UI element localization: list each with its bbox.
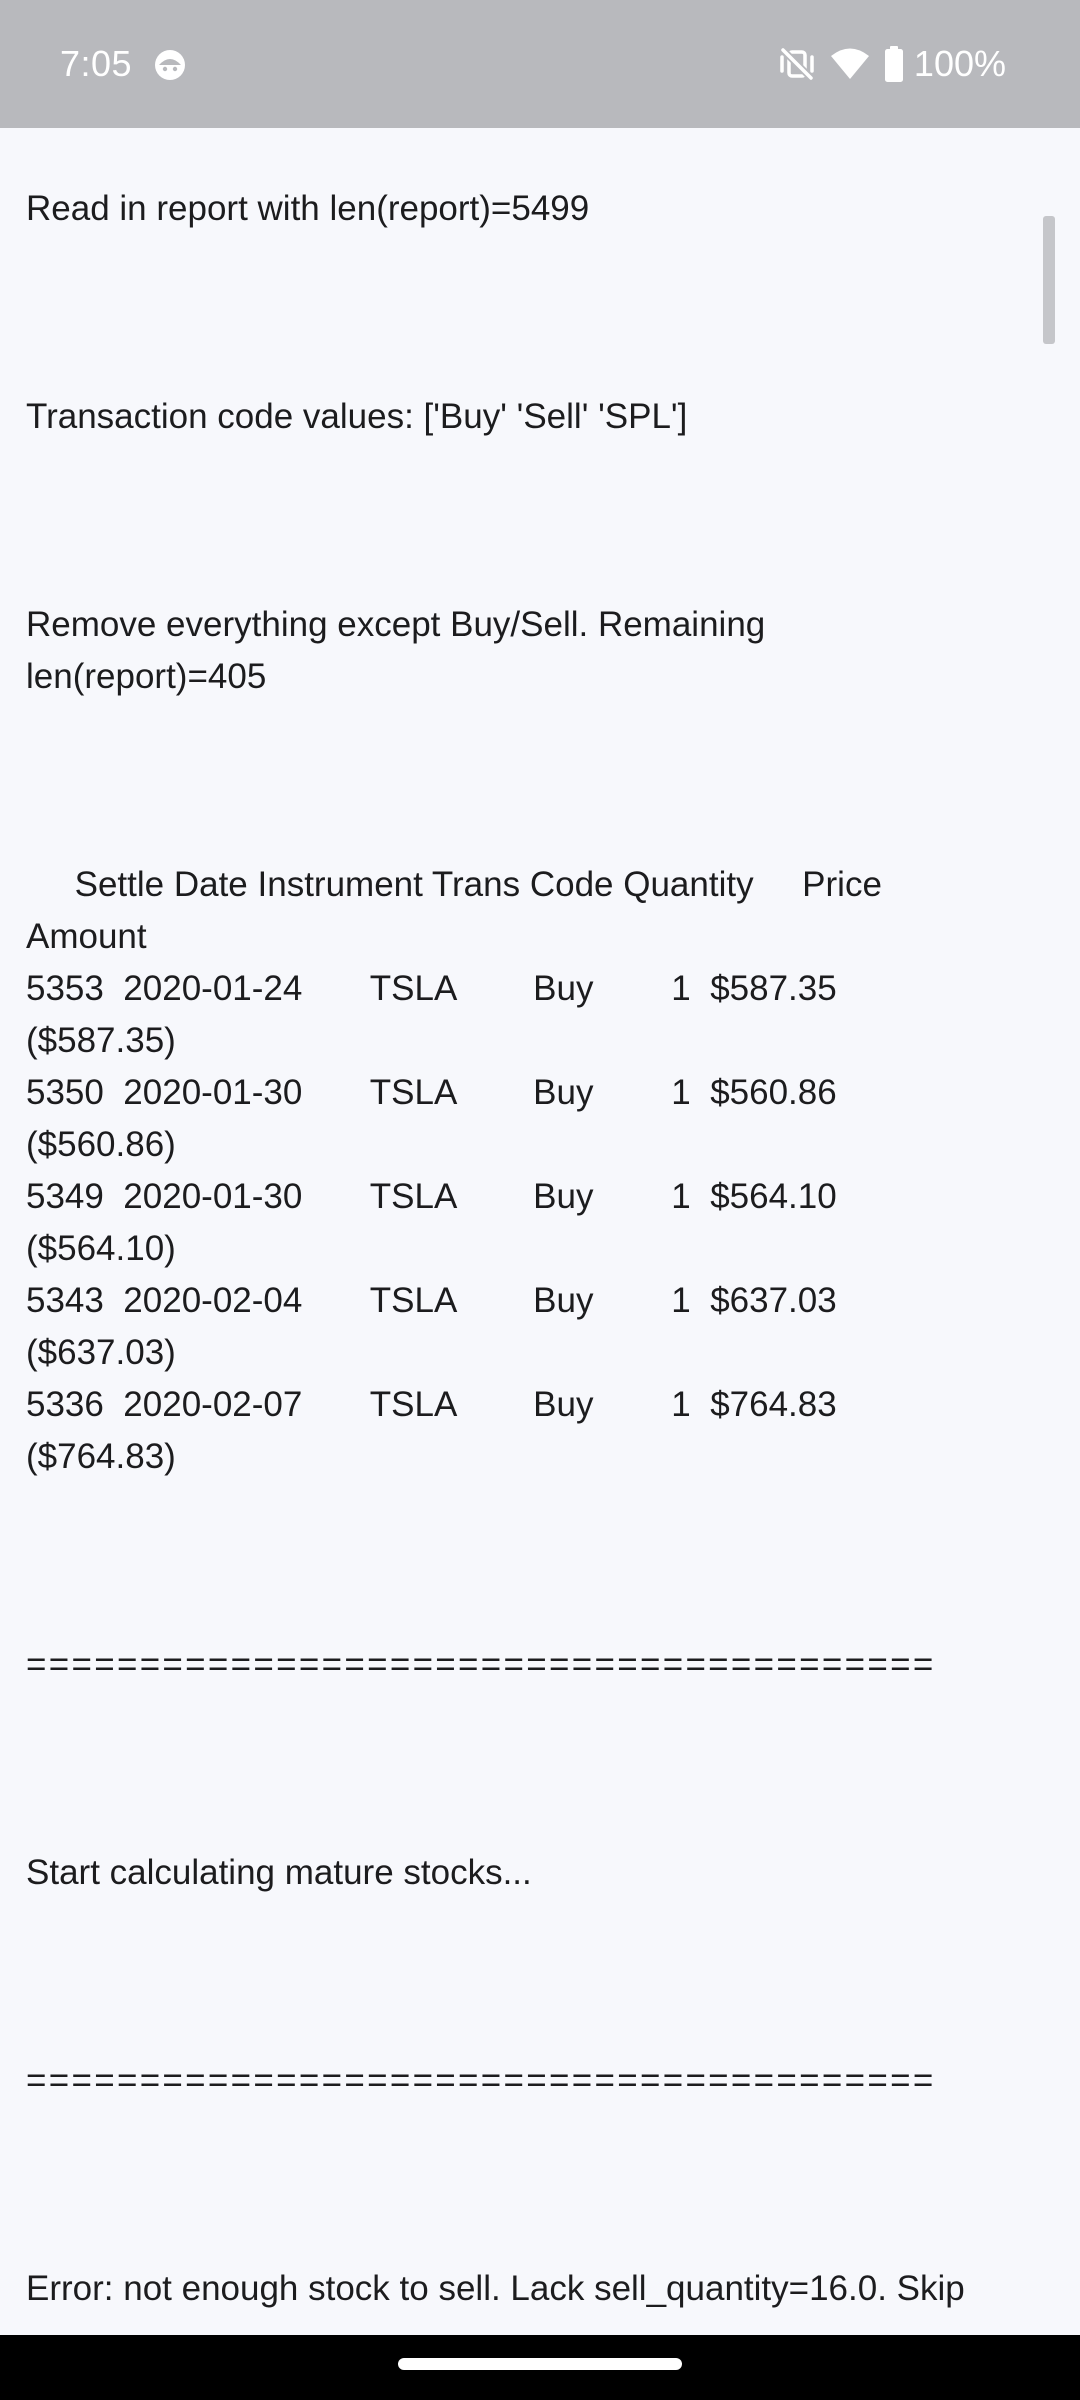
table-row-amount: ($564.10) xyxy=(26,1229,176,1268)
table-row-amount: ($587.35) xyxy=(26,1021,176,1060)
status-icons: 100% xyxy=(778,40,1006,88)
home-indicator[interactable] xyxy=(398,2358,682,2370)
log-output: Read in report with len(report)=5499 Tra… xyxy=(26,128,1056,2315)
vibrate-off-icon xyxy=(780,47,814,81)
status-bar: 7:05 100% xyxy=(0,0,1080,128)
log-error: Error: not enough stock to sell. Lack se… xyxy=(26,2269,965,2308)
table-row-amount: ($560.86) xyxy=(26,1125,176,1164)
table-row: 5353 2020-01-24 TSLA Buy 1 $587.35 xyxy=(26,969,837,1008)
table-header: Settle Date Instrument Trans Code Quanti… xyxy=(26,865,882,904)
table-row-amount: ($637.03) xyxy=(26,1333,176,1372)
log-read-report: Read in report with len(report)=5499 xyxy=(26,189,590,228)
table-header-amount: Amount xyxy=(26,917,147,956)
battery-icon xyxy=(884,46,903,82)
log-remove-line-2: len(report)=405 xyxy=(26,657,267,696)
log-transaction-codes: Transaction code values: ['Buy' 'Sell' '… xyxy=(26,397,688,436)
table-row: 5350 2020-01-30 TSLA Buy 1 $560.86 xyxy=(26,1073,837,1112)
table-row-amount: ($764.83) xyxy=(26,1437,176,1476)
log-start-calculating: Start calculating mature stocks... xyxy=(26,1853,532,1892)
wifi-icon xyxy=(830,48,869,79)
separator-line: ======================================== xyxy=(26,1645,936,1684)
table-row: 5336 2020-02-07 TSLA Buy 1 $764.83 xyxy=(26,1385,837,1424)
table-row: 5349 2020-01-30 TSLA Buy 1 $564.10 xyxy=(26,1177,837,1216)
battery-percent: 100% xyxy=(913,43,1006,84)
log-remove-line-1: Remove everything except Buy/Sell. Remai… xyxy=(26,605,766,644)
separator-line: ======================================== xyxy=(26,2061,936,2100)
table-row: 5343 2020-02-04 TSLA Buy 1 $637.03 xyxy=(26,1281,837,1320)
status-time: 7:05 xyxy=(60,43,133,84)
face-notification-icon xyxy=(155,50,185,80)
